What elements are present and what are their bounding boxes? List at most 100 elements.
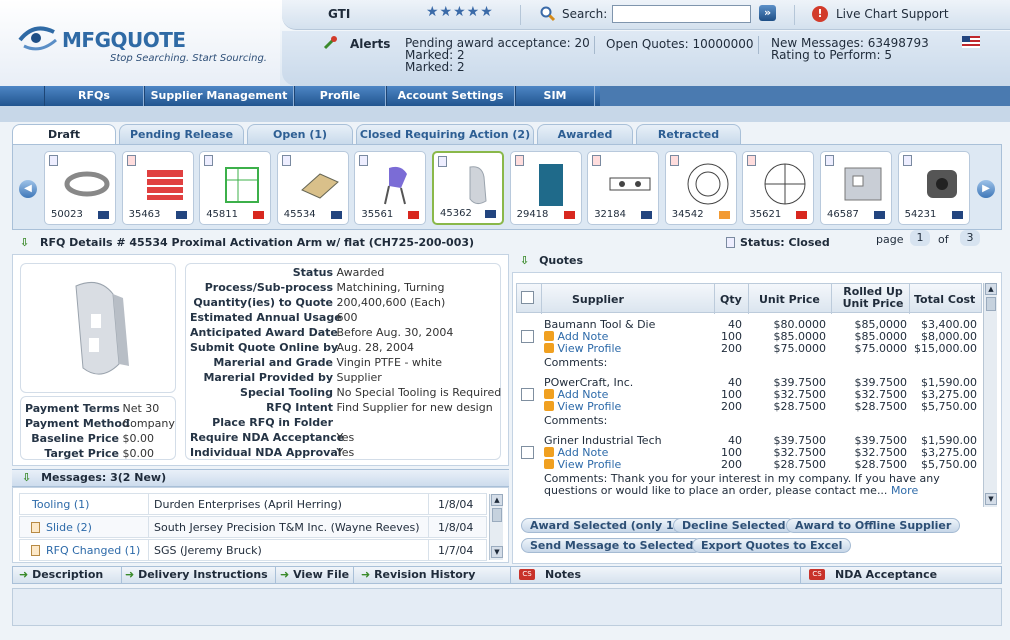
quotes-panel: Supplier Qty Unit Price Rolled Up Unit P… [512,272,1002,564]
scroll-down-icon[interactable]: ▼ [491,546,503,558]
message-row[interactable]: RFQ Changed (1) SGS (Jeremy Bruck) 1/7/04 [19,539,487,561]
part-number: 34542 [671,209,704,220]
quote-checkbox[interactable] [521,446,534,459]
more-link[interactable]: More [891,484,918,497]
payment-value: Company [122,417,175,430]
part-number: 45362 [440,208,472,219]
part-thumbnail[interactable]: 46587 [820,151,892,225]
quote-cell: $75.0000 [854,342,908,355]
quote-checkbox[interactable] [521,330,534,343]
nav-rfqs[interactable]: RFQs [44,86,144,106]
view-profile-link[interactable]: View Profile [544,342,621,355]
nav-account-settings[interactable]: Account Settings [386,86,515,106]
carousel-next-button[interactable]: ▶ [977,180,995,198]
view-profile-link[interactable]: View Profile [544,458,621,471]
quotes-scroll-down-icon[interactable]: ▼ [985,493,997,505]
nda-icon: CS [809,569,825,580]
cn-flag-icon [796,211,808,219]
part-image-icon [609,177,651,191]
part-thumbnail[interactable]: 45362 [432,151,504,225]
part-number: 35463 [128,209,161,220]
detail-value: Supplier [336,371,382,384]
page-label: page [876,233,904,246]
rfq-status: Status: Closed [740,236,830,249]
live-support-link[interactable]: Live Chart Support [836,7,949,21]
select-all-checkbox[interactable] [521,291,534,304]
search-input[interactable] [612,5,751,23]
export-excel-button[interactable]: Export Quotes to Excel [692,538,852,553]
quotes-scroll-up-icon[interactable]: ▲ [985,283,997,295]
message-from: Durden Enterprises (April Herring) [154,498,342,511]
messages-scrollbar[interactable]: ▲ ▼ [489,494,503,560]
part-thumbnail[interactable]: 45534 [276,151,349,225]
nav-supplier-management[interactable]: Supplier Management [144,86,294,106]
part-thumbnail[interactable]: 34542 [664,151,737,225]
tab-description[interactable]: ➜ Description [19,568,103,581]
tab-view-file[interactable]: ➜ View File [280,568,349,581]
message-type-link[interactable]: Slide (2) [46,521,92,534]
quote-cell: 200 [721,342,742,355]
quotes-scrollbar[interactable]: ▲ ▼ [983,283,997,507]
quote-row: Baumann Tool & Die Add Note View Profile… [516,315,982,373]
document-icon [281,155,291,166]
part-3d-icon [75,281,129,375]
messages-collapse-icon[interactable]: ⇩ [22,471,31,484]
document-icon [592,155,602,166]
carousel-prev-button[interactable]: ◀ [19,180,37,198]
quote-checkbox[interactable] [521,388,534,401]
tab-retracted[interactable]: Retracted [636,124,741,144]
detail-key: Marerial Provided by [203,371,333,384]
alert-bar: Alerts Pending award acceptance: 20 Mark… [282,31,1010,86]
tab-closed-requiring-action[interactable]: Closed Requiring Action (2) [356,124,534,144]
scroll-up-icon[interactable]: ▲ [491,494,503,506]
decline-selected-button[interactable]: Decline Selected [673,518,795,533]
page-current[interactable]: 1 [910,230,930,246]
quote-cell: $15,000.00 [914,342,977,355]
award-selected-button[interactable]: Award Selected (only 1) [521,518,688,533]
part-thumbnail[interactable]: 35621 [742,151,815,225]
tab-revision-history[interactable]: ➜ Revision History [361,568,475,581]
open-quotes[interactable]: Open Quotes: 10000000 [606,37,754,51]
collapse-icon[interactable]: ⇩ [20,235,29,251]
part-thumbnail[interactable]: 54231 [897,151,970,225]
us-flag-icon [962,36,980,48]
payment-row: Payment Method Company [25,417,175,430]
page-total[interactable]: 3 [960,230,980,246]
payment-row: Payment Terms Net 30 [25,402,159,415]
quotes-header-row: Supplier Qty Unit Price Rolled Up Unit P… [516,283,982,314]
nav-profile[interactable]: Profile [294,86,386,106]
notes-tab[interactable]: Notes [545,568,581,581]
tab-open[interactable]: Open (1) [247,124,353,144]
part-thumbnail[interactable]: 50023 [44,151,116,225]
message-row[interactable]: Tooling (1) Durden Enterprises (April Her… [19,493,487,515]
search-go-button[interactable]: » [759,5,776,21]
tab-pending-release[interactable]: Pending Release [119,124,244,144]
send-message-button[interactable]: Send Message to Selected [521,538,703,553]
part-thumbnail[interactable]: 45811 [199,151,272,225]
sub-nav [0,106,1010,122]
message-type-link[interactable]: Tooling (1) [32,498,89,511]
alert-marked-2[interactable]: Marked: 2 [405,61,590,73]
message-row[interactable]: Slide (2) South Jersey Precision T&M Inc.… [19,516,487,538]
rfq-details-bar: ⇩ RFQ Details # 45534 Proximal Activatio… [12,230,1002,252]
part-thumbnail[interactable]: 32184 [587,151,660,225]
nda-tab[interactable]: NDA Acceptance [835,568,937,581]
profile-arrow-icon [544,459,554,469]
cn-flag-icon [408,211,420,219]
award-offline-button[interactable]: Award to Offline Supplier [786,518,961,533]
message-type-link[interactable]: RFQ Changed (1) [46,544,140,557]
tab-delivery-instructions[interactable]: ➜ Delivery Instructions [125,568,268,581]
part-thumbnail[interactable]: 35561 [354,151,427,225]
tab-awarded[interactable]: Awarded [537,124,633,144]
part-thumbnail[interactable]: 29418 [509,151,582,225]
message-stats: New Messages: 63498793 Rating to Perform… [771,37,929,61]
quote-cell: $75.0000 [773,342,827,355]
tab-draft[interactable]: Draft [12,124,116,144]
nav-sim[interactable]: SIM [515,86,595,106]
detail-row: Status Awarded [190,266,385,279]
message-date: 1/8/04 [438,498,474,511]
view-profile-link[interactable]: View Profile [544,400,621,413]
part-thumbnail[interactable]: 35463 [121,151,194,225]
detail-value: 200,400,600 (Each) [336,296,446,309]
quotes-collapse-icon[interactable]: ⇩ [520,254,529,267]
